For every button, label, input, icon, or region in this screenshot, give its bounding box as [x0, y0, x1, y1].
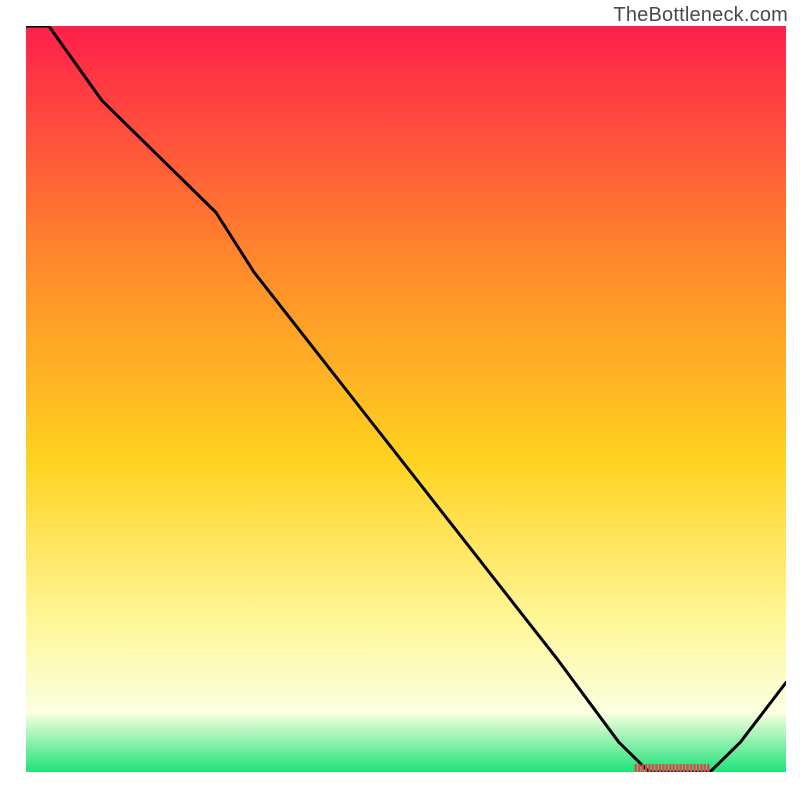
optimal-range-tick: [697, 764, 699, 772]
optimal-range-tick: [638, 764, 640, 772]
optimal-range-tick: [686, 764, 688, 772]
optimal-range-tick: [659, 764, 661, 772]
watermark-text: TheBottleneck.com: [613, 4, 788, 27]
optimal-range-tick: [662, 764, 664, 772]
optimal-range-tick: [679, 764, 681, 772]
chart-container: TheBottleneck.com: [0, 0, 800, 800]
optimal-range-tick: [635, 764, 637, 772]
optimal-range-tick: [676, 764, 678, 772]
optimal-range-tick: [693, 764, 695, 772]
optimal-range-tick: [641, 764, 643, 772]
optimal-range-tick: [645, 764, 647, 772]
optimal-range-tick: [704, 764, 706, 772]
optimal-range-tick: [648, 764, 650, 772]
optimal-range-tick: [669, 764, 671, 772]
bottleneck-chart: [0, 0, 800, 800]
optimal-range-tick: [700, 764, 702, 772]
optimal-range-tick: [707, 764, 709, 772]
optimal-range-tick: [666, 764, 668, 772]
optimal-range-tick: [673, 764, 675, 772]
optimal-range-tick: [652, 764, 654, 772]
optimal-range-tick: [683, 764, 685, 772]
optimal-range-tick: [655, 764, 657, 772]
optimal-range-tick: [690, 764, 692, 772]
